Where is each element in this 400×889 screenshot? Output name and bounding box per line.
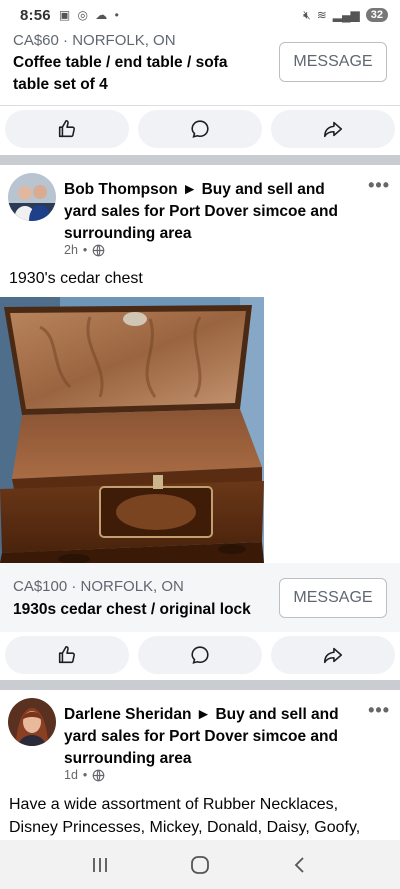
- signal-icon: ▂▄▆: [332, 8, 360, 22]
- listing-title: Coffee table / end table / sofa table se…: [13, 54, 228, 93]
- share-button[interactable]: [271, 636, 395, 674]
- message-button[interactable]: MESSAGE: [279, 578, 387, 618]
- like-icon: [58, 645, 75, 664]
- mute-icon: 🔇︎: [303, 7, 311, 22]
- post-text: Have a wide assortment of Rubber Necklac…: [9, 796, 361, 836]
- listing-card-2[interactable]: CA$100 · NORFOLK, ON 1930s cedar chest /…: [0, 563, 400, 635]
- post-meta: 1d •: [64, 768, 105, 782]
- back-icon[interactable]: [289, 854, 311, 876]
- wifi-icon: ≋: [316, 8, 327, 22]
- listing-card-1[interactable]: CA$60 · NORFOLK, ON Coffee table / end t…: [0, 30, 400, 105]
- globe-icon: [92, 244, 105, 256]
- feed-separator: [0, 680, 400, 690]
- post-text: 1930's cedar chest: [9, 270, 143, 287]
- battery-icon: 32: [365, 8, 388, 22]
- avatar[interactable]: [8, 173, 56, 221]
- comment-button[interactable]: [138, 636, 262, 674]
- post-2: Darlene Sheridan ► Buy and sell and yard…: [0, 690, 400, 840]
- recents-icon[interactable]: [89, 854, 111, 876]
- poster-name[interactable]: Bob Thompson ► Buy and sell and yard sal…: [64, 179, 354, 245]
- status-bar: 8:56 ▣ ◎ ☁ • 🔇︎ ≋ ▂▄▆ 32: [0, 0, 400, 30]
- action-row: [0, 106, 400, 152]
- share-button[interactable]: [271, 110, 395, 148]
- feed-separator: [0, 155, 400, 165]
- status-time: 8:56: [20, 6, 51, 24]
- globe-icon: [92, 769, 105, 781]
- more-options-icon[interactable]: •••: [368, 175, 390, 196]
- listing-title: 1930s cedar chest / original lock: [13, 601, 251, 618]
- action-row: [0, 632, 400, 678]
- message-button[interactable]: MESSAGE: [279, 42, 387, 82]
- like-icon: [58, 119, 75, 138]
- more-options-icon[interactable]: •••: [368, 700, 390, 721]
- comment-icon: [191, 646, 209, 664]
- system-icons: 🔇︎ ≋ ▂▄▆ 32: [303, 8, 388, 23]
- post-meta: 2h •: [64, 243, 105, 257]
- comment-icon: [191, 120, 209, 138]
- like-button[interactable]: [5, 110, 129, 148]
- share-icon: [323, 647, 343, 664]
- home-icon[interactable]: [189, 854, 211, 876]
- notification-icons: ▣ ◎ ☁ •: [58, 8, 121, 22]
- listing-photo[interactable]: [0, 297, 264, 563]
- comment-button[interactable]: [138, 110, 262, 148]
- post-time: 1d: [64, 768, 78, 782]
- avatar[interactable]: [8, 698, 56, 746]
- listing-price-location: CA$100 · NORFOLK, ON: [13, 578, 184, 595]
- post-1: Bob Thompson ► Buy and sell and yard sal…: [0, 165, 400, 295]
- system-nav-bar: [0, 840, 400, 889]
- listing-price-location: CA$60 · NORFOLK, ON: [13, 32, 176, 49]
- post-time: 2h: [64, 243, 78, 257]
- poster-name[interactable]: Darlene Sheridan ► Buy and sell and yard…: [64, 704, 354, 770]
- like-button[interactable]: [5, 636, 129, 674]
- share-icon: [323, 121, 343, 138]
